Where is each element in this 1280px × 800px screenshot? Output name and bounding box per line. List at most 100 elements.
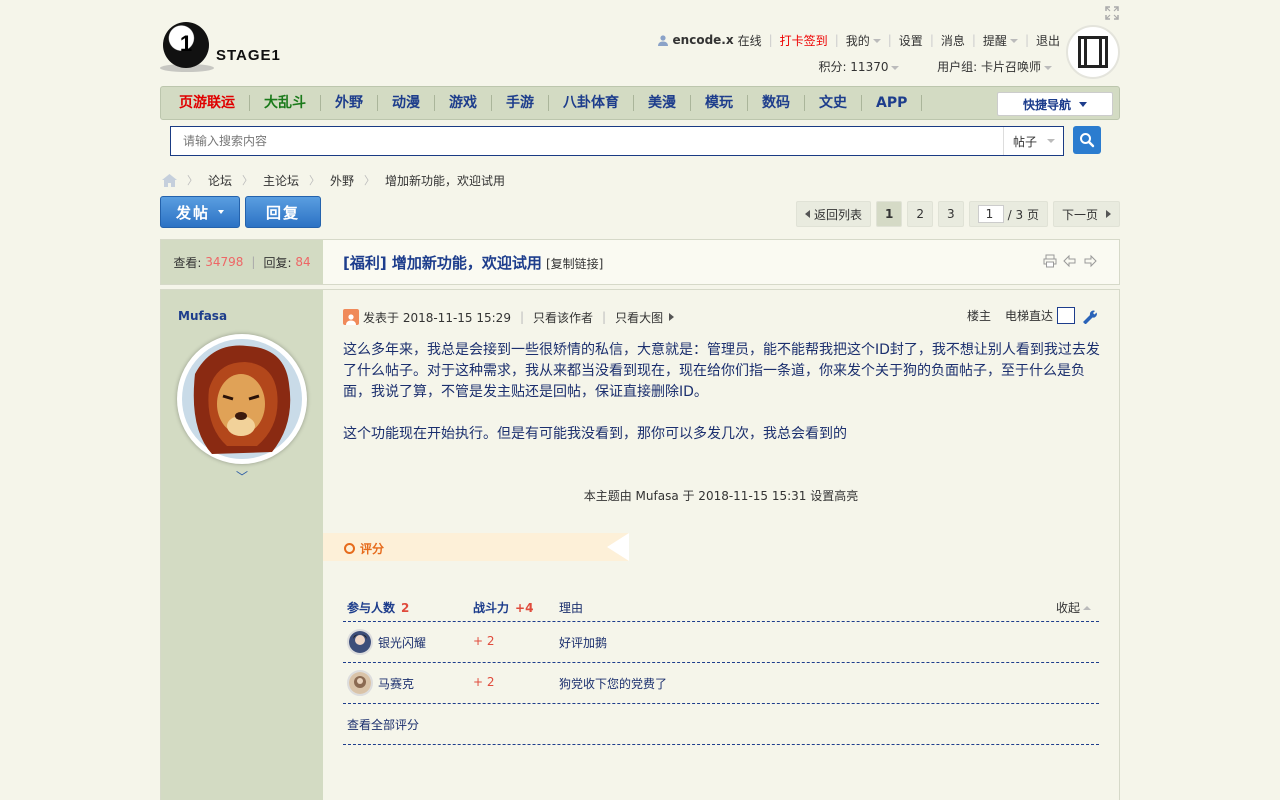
breadcrumb-board[interactable]: 外野	[330, 172, 354, 189]
username-link[interactable]: encode.x	[673, 33, 734, 47]
rating-row: 银光闪耀 + 2 好评加鹅	[343, 622, 1099, 663]
floor-label: 楼主	[966, 309, 991, 323]
user-info: 积分: 11370 用户组: 卡片召唤师	[818, 58, 1052, 75]
logo-mark: 1	[163, 22, 209, 68]
next-page-button[interactable]: 下一页	[1052, 201, 1120, 227]
breadcrumb-forum[interactable]: 论坛	[208, 172, 232, 189]
breadcrumb-main-forum[interactable]: 主论坛	[263, 172, 299, 189]
breadcrumb-thread[interactable]: 增加新功能，欢迎试用	[385, 172, 505, 189]
thread-stats: 查看: 34798 | 回复: 84	[161, 240, 323, 284]
rating-reason: 狗党收下您的党费了	[559, 677, 668, 691]
nav-item[interactable]: APP	[862, 95, 923, 111]
page-2[interactable]: 2	[907, 201, 934, 227]
nav-item[interactable]: 动漫	[378, 95, 435, 111]
arrow-left-icon	[805, 210, 811, 218]
post-floor-tools: 楼主 电梯直达	[967, 307, 1097, 324]
nav-item[interactable]: 八卦体育	[549, 95, 634, 111]
user-avatar[interactable]	[1066, 25, 1120, 79]
nav-item[interactable]: 文史	[805, 95, 862, 111]
nav-item[interactable]: 外野	[321, 95, 378, 111]
rating-power-total: +4	[515, 601, 534, 615]
user-menu: encode.x 在线 | 打卡签到 | 我的 | 设置 | 消息 | 提醒 |…	[657, 31, 1060, 49]
nav-item[interactable]: 大乱斗	[250, 95, 321, 111]
rater-avatar	[347, 670, 373, 696]
fullscreen-icon[interactable]	[1105, 6, 1119, 20]
home-icon[interactable]	[162, 173, 177, 187]
breadcrumb: 〉 论坛 〉 主论坛 〉 外野 〉 增加新功能，欢迎试用	[162, 172, 505, 188]
messages-link[interactable]: 消息	[941, 32, 965, 49]
expand-profile-icon[interactable]: ﹀	[236, 468, 248, 485]
user-icon	[657, 35, 668, 46]
collapse-rating-button[interactable]: 收起	[1056, 599, 1091, 616]
logout-link[interactable]: 退出	[1036, 32, 1060, 49]
reminders-menu[interactable]: 提醒	[983, 32, 1018, 49]
copy-link-button[interactable]: [复制链接]	[546, 257, 603, 271]
circle-icon	[344, 543, 355, 554]
author-name[interactable]: Mufasa	[178, 309, 227, 323]
main-nav: 页游联运 大乱斗 外野 动漫 游戏 手游 八卦体育 美漫 模玩 数码 文史 APP 快捷导航	[160, 86, 1120, 120]
post-paragraph: 这么多年来，我总是会接到一些很矫情的私信，大意就是：管理员，能不能帮我把这个ID…	[343, 342, 1100, 400]
rating-label: 评分	[344, 540, 384, 557]
usergroup-menu[interactable]: 用户组: 卡片召唤师	[937, 60, 1052, 74]
settings-link[interactable]: 设置	[899, 32, 923, 49]
search-bar: 帖子	[170, 126, 1064, 156]
pagination: 返回列表 1 2 3 1/ 3 页 下一页	[791, 201, 1120, 227]
chevron-down-icon	[218, 210, 224, 214]
only-author-link[interactable]: 只看该作者	[533, 309, 593, 326]
search-input[interactable]	[171, 127, 1005, 155]
rating-header: 参与人数 2 战斗力 +4 理由 收起	[343, 595, 1099, 622]
page-jump: 1/ 3 页	[968, 201, 1048, 227]
post-content: 这么多年来，我总是会接到一些很矫情的私信，大意就是：管理员，能不能帮我把这个ID…	[343, 340, 1103, 466]
view-all-ratings-link[interactable]: 查看全部评分	[347, 716, 419, 733]
author-online-icon	[343, 309, 359, 325]
my-menu[interactable]: 我的	[846, 32, 881, 49]
thread-header: 查看: 34798 | 回复: 84 [福利] 增加新功能，欢迎试用 [复制链接]	[160, 239, 1120, 285]
prev-thread-icon[interactable]	[1063, 254, 1077, 268]
rating-reason: 好评加鹅	[559, 636, 608, 650]
points-menu[interactable]: 积分: 11370	[818, 60, 900, 74]
chevron-up-icon	[1083, 605, 1091, 610]
nav-item[interactable]: 页游联运	[165, 95, 250, 111]
print-icon[interactable]	[1043, 254, 1057, 268]
nav-item[interactable]: 模玩	[691, 95, 748, 111]
author-avatar[interactable]	[177, 334, 307, 464]
rating-value: + 2	[473, 675, 495, 689]
reply-count: 84	[295, 255, 311, 269]
page: 1 STAGE1 encode.x 在线 | 打卡签到 | 我的 | 设置 | …	[160, 0, 1120, 800]
page-jump-input[interactable]: 1	[977, 205, 1004, 223]
thread-tools	[1043, 254, 1097, 268]
page-3[interactable]: 3	[938, 201, 964, 227]
new-post-button[interactable]: 发帖	[160, 196, 240, 228]
search-type-select[interactable]: 帖子	[1003, 127, 1063, 155]
post: Mufasa ﹀ 发表于 2018-11-15 15:29 | 只看该作者 |	[160, 289, 1120, 800]
chevron-down-icon	[872, 39, 881, 43]
back-to-list-button[interactable]: 返回列表	[796, 201, 872, 227]
next-thread-icon[interactable]	[1083, 254, 1097, 268]
chevron-down-icon	[1009, 39, 1018, 43]
site-logo[interactable]: 1 STAGE1	[160, 18, 290, 74]
reply-button[interactable]: 回复	[245, 196, 321, 228]
page-1[interactable]: 1	[876, 201, 903, 227]
quick-nav-button[interactable]: 快捷导航	[997, 92, 1113, 116]
logo-text: STAGE1	[216, 47, 281, 64]
elevator-input[interactable]	[1057, 307, 1075, 324]
edit-note: 本主题由 Mufasa 于 2018-11-15 15:31 设置高亮	[583, 489, 859, 503]
arrow-right-icon	[1106, 210, 1111, 218]
thread-title: [福利] 增加新功能，欢迎试用 [复制链接]	[343, 254, 604, 272]
chevron-down-icon	[891, 65, 900, 70]
nav-item[interactable]: 手游	[492, 95, 549, 111]
nav-item[interactable]: 美漫	[634, 95, 691, 111]
nav-item[interactable]: 数码	[748, 95, 805, 111]
wrench-icon[interactable]	[1081, 308, 1097, 324]
rater[interactable]: 银光闪耀	[347, 629, 426, 655]
search-button[interactable]	[1073, 126, 1101, 154]
big-image-link[interactable]: 只看大图	[615, 309, 663, 326]
checkin-link[interactable]: 打卡签到	[780, 32, 828, 49]
chevron-down-icon	[1044, 65, 1052, 70]
nav-item[interactable]: 游戏	[435, 95, 492, 111]
rating-footer: 查看全部评分	[343, 704, 1099, 745]
rater[interactable]: 马赛克	[347, 670, 414, 696]
rating-people-count: 2	[401, 601, 410, 615]
post-author-sidebar: Mufasa ﹀	[161, 290, 323, 800]
post-time: 发表于 2018-11-15 15:29	[363, 310, 511, 325]
